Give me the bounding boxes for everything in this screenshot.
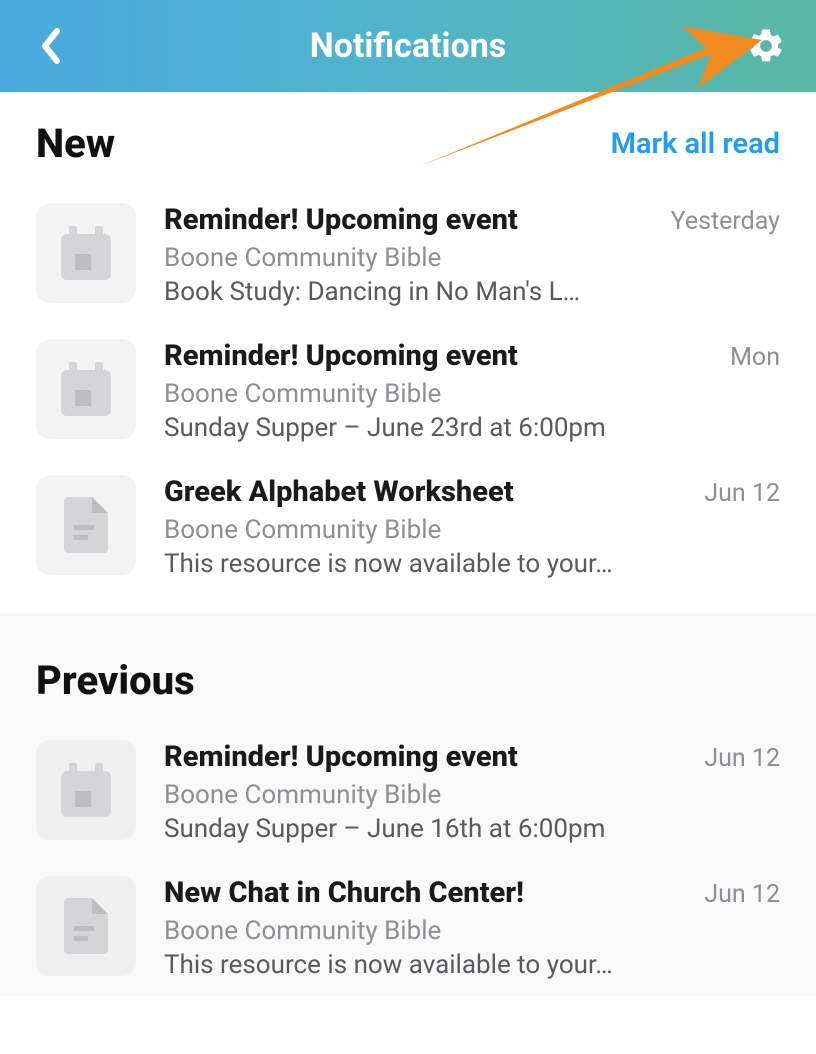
previous-section: Previous Reminder! Upcoming event Jun 12… <box>0 613 816 996</box>
calendar-icon <box>61 226 111 280</box>
item-time: Jun 12 <box>704 744 780 773</box>
notification-item[interactable]: Reminder! Upcoming event Mon Boone Commu… <box>36 323 780 459</box>
calendar-icon <box>61 763 111 817</box>
notification-item[interactable]: Reminder! Upcoming event Yesterday Boone… <box>36 187 780 323</box>
item-body: Reminder! Upcoming event Yesterday Boone… <box>164 203 780 307</box>
document-icon <box>64 497 108 553</box>
item-time: Mon <box>730 343 780 372</box>
item-time: Jun 12 <box>704 479 780 508</box>
icon-container <box>36 203 136 303</box>
section-title-new: New <box>36 120 115 167</box>
item-title: Greek Alphabet Worksheet <box>164 475 514 509</box>
gear-icon <box>746 26 786 66</box>
item-desc: This resource is now available to your… <box>164 549 780 579</box>
item-source: Boone Community Bible <box>164 243 780 273</box>
new-list: Reminder! Upcoming event Yesterday Boone… <box>0 187 816 595</box>
item-title: Reminder! Upcoming event <box>164 203 518 237</box>
item-source: Boone Community Bible <box>164 916 780 946</box>
icon-container <box>36 475 136 575</box>
item-body: Reminder! Upcoming event Mon Boone Commu… <box>164 339 780 443</box>
item-body: Reminder! Upcoming event Jun 12 Boone Co… <box>164 740 780 844</box>
item-top: Greek Alphabet Worksheet Jun 12 <box>164 475 780 509</box>
item-title: Reminder! Upcoming event <box>164 740 518 774</box>
item-time: Yesterday <box>671 207 780 236</box>
section-title-previous: Previous <box>36 657 195 704</box>
item-desc: Book Study: Dancing in No Man's L… <box>164 277 780 307</box>
document-icon <box>64 898 108 954</box>
item-top: Reminder! Upcoming event Jun 12 <box>164 740 780 774</box>
item-source: Boone Community Bible <box>164 780 780 810</box>
mark-all-read-button[interactable]: Mark all read <box>611 127 780 161</box>
page-title: Notifications <box>310 26 507 66</box>
icon-container <box>36 876 136 976</box>
item-body: New Chat in Church Center! Jun 12 Boone … <box>164 876 780 980</box>
notification-item[interactable]: Reminder! Upcoming event Jun 12 Boone Co… <box>36 724 780 860</box>
section-header-new: New Mark all read <box>0 92 816 187</box>
icon-container <box>36 740 136 840</box>
item-top: Reminder! Upcoming event Yesterday <box>164 203 780 237</box>
icon-container <box>36 339 136 439</box>
notification-item[interactable]: Greek Alphabet Worksheet Jun 12 Boone Co… <box>36 459 780 595</box>
previous-list: Reminder! Upcoming event Jun 12 Boone Co… <box>0 724 816 996</box>
calendar-icon <box>61 362 111 416</box>
chevron-left-icon <box>39 27 61 65</box>
item-desc: This resource is now available to your… <box>164 950 780 980</box>
item-desc: Sunday Supper – June 23rd at 6:00pm <box>164 413 780 443</box>
item-desc: Sunday Supper – June 16th at 6:00pm <box>164 814 780 844</box>
item-source: Boone Community Bible <box>164 379 780 409</box>
item-top: Reminder! Upcoming event Mon <box>164 339 780 373</box>
item-title: New Chat in Church Center! <box>164 876 524 910</box>
notification-item[interactable]: New Chat in Church Center! Jun 12 Boone … <box>36 860 780 996</box>
item-time: Jun 12 <box>704 880 780 909</box>
item-source: Boone Community Bible <box>164 515 780 545</box>
back-button[interactable] <box>28 24 72 68</box>
settings-button[interactable] <box>744 24 788 68</box>
item-title: Reminder! Upcoming event <box>164 339 518 373</box>
new-section: New Mark all read Reminder! Upcoming eve… <box>0 92 816 595</box>
app-header: Notifications <box>0 0 816 92</box>
item-body: Greek Alphabet Worksheet Jun 12 Boone Co… <box>164 475 780 579</box>
item-top: New Chat in Church Center! Jun 12 <box>164 876 780 910</box>
section-header-previous: Previous <box>0 613 816 724</box>
